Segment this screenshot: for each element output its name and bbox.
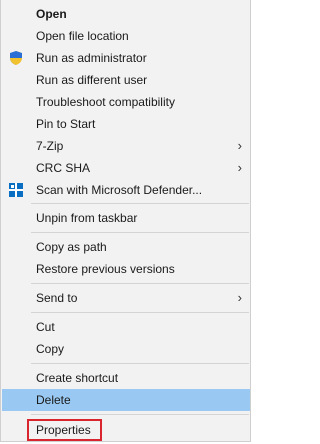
- menu-item-pin-to-start[interactable]: Pin to Start: [2, 113, 250, 135]
- menu-item-label: Delete: [36, 393, 71, 407]
- submenu-arrow-icon: ›: [237, 290, 242, 305]
- menu-separator: [31, 414, 249, 415]
- menu-item-label: 7-Zip: [36, 139, 64, 153]
- menu-item-label: Send to: [36, 291, 78, 305]
- menu-item-label: Copy: [36, 342, 65, 356]
- menu-item-label: Run as different user: [36, 73, 148, 87]
- submenu-arrow-icon: ›: [237, 138, 242, 153]
- menu-item-run-as-administrator[interactable]: Run as administrator: [2, 47, 250, 69]
- menu-item-label: Troubleshoot compatibility: [36, 95, 175, 109]
- menu-item-cut[interactable]: Cut: [2, 316, 250, 338]
- menu-item-7-zip[interactable]: 7-Zip ›: [2, 135, 250, 157]
- menu-item-create-shortcut[interactable]: Create shortcut: [2, 367, 250, 389]
- menu-item-label: Copy as path: [36, 240, 107, 254]
- menu-item-label: Restore previous versions: [36, 262, 175, 276]
- menu-item-open-file-location[interactable]: Open file location: [2, 25, 250, 47]
- menu-item-copy[interactable]: Copy: [2, 338, 250, 360]
- context-menu: Open Open file location Run as administr…: [0, 0, 251, 442]
- menu-item-send-to[interactable]: Send to ›: [2, 287, 250, 309]
- menu-item-delete[interactable]: Delete: [2, 389, 250, 411]
- properties-highlight-outline: [27, 419, 102, 441]
- menu-item-scan-with-defender[interactable]: Scan with Microsoft Defender...: [2, 179, 250, 201]
- menu-item-label: Open: [36, 7, 67, 21]
- menu-separator: [31, 232, 249, 233]
- menu-item-label: CRC SHA: [36, 161, 91, 175]
- menu-item-crc-sha[interactable]: CRC SHA ›: [2, 157, 250, 179]
- menu-item-label: Pin to Start: [36, 117, 96, 131]
- menu-item-copy-as-path[interactable]: Copy as path: [2, 236, 250, 258]
- menu-item-restore-previous-versions[interactable]: Restore previous versions: [2, 258, 250, 280]
- menu-item-label: Open file location: [36, 29, 129, 43]
- menu-item-open[interactable]: Open: [2, 3, 250, 25]
- menu-item-label: Cut: [36, 320, 55, 334]
- menu-separator: [31, 203, 249, 204]
- menu-item-label: Scan with Microsoft Defender...: [36, 183, 203, 197]
- menu-item-label: Create shortcut: [36, 371, 119, 385]
- menu-item-label: Unpin from taskbar: [36, 211, 138, 225]
- uac-shield-icon: [10, 51, 22, 65]
- defender-icon: [9, 183, 23, 197]
- menu-item-run-as-different-user[interactable]: Run as different user: [2, 69, 250, 91]
- menu-item-troubleshoot-compatibility[interactable]: Troubleshoot compatibility: [2, 91, 250, 113]
- menu-item-label: Run as administrator: [36, 51, 147, 65]
- menu-separator: [31, 283, 249, 284]
- menu-separator: [31, 363, 249, 364]
- menu-separator: [31, 312, 249, 313]
- submenu-arrow-icon: ›: [237, 160, 242, 175]
- menu-item-unpin-from-taskbar[interactable]: Unpin from taskbar: [2, 207, 250, 229]
